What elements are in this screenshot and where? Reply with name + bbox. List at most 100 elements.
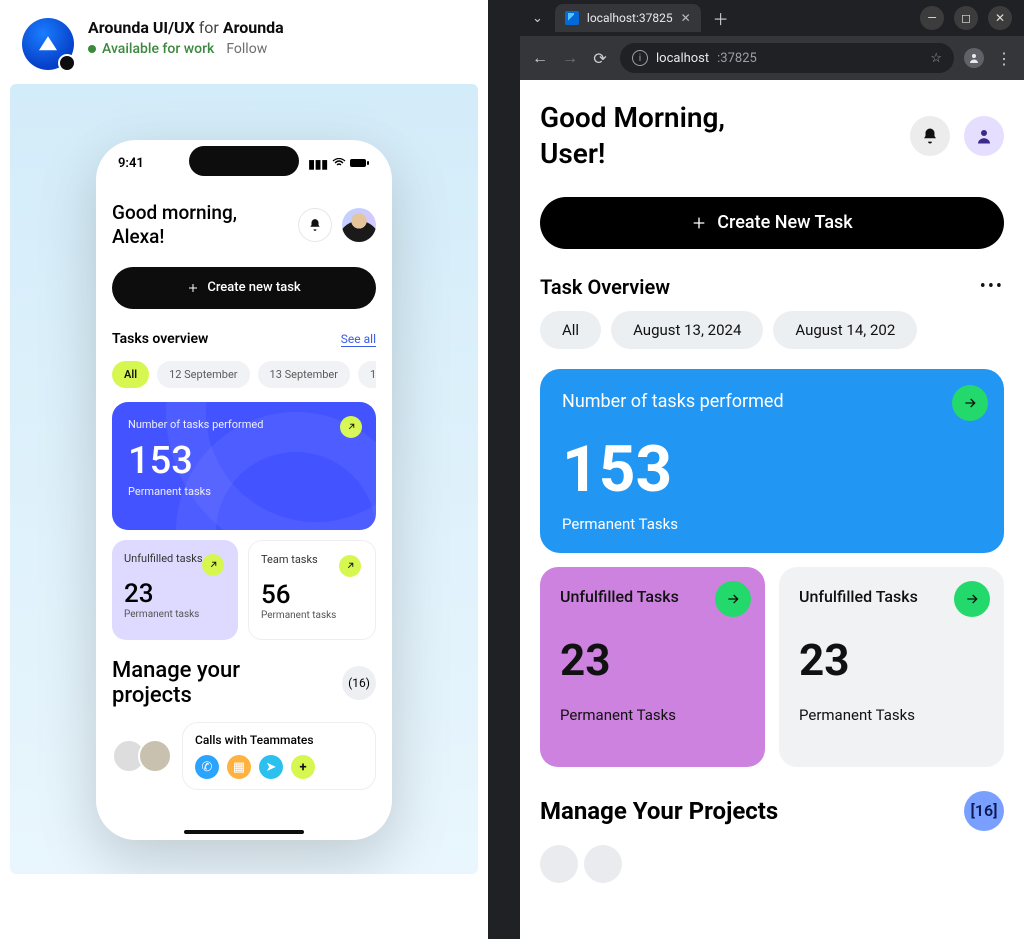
card-arrow-badge[interactable] — [202, 554, 224, 576]
card-sub: Permanent Tasks — [562, 515, 982, 533]
home-indicator-icon — [184, 830, 304, 834]
card-arrow-badge[interactable] — [952, 385, 988, 421]
calls-card[interactable]: Calls with Teammates ✆ ▦ ➤ + — [182, 722, 376, 790]
chip-date-3[interactable]: 14 Sep — [358, 361, 376, 388]
phone-big-card-label: Number of tasks performed — [128, 418, 360, 431]
phone-performed-card[interactable]: Number of tasks performed 153 Permanent … — [112, 402, 376, 530]
card-arrow-badge[interactable] — [339, 555, 361, 577]
tab-close-icon[interactable]: ✕ — [681, 11, 691, 25]
chip-date-2[interactable]: August 14, 202 — [773, 311, 917, 349]
chip-all[interactable]: All — [112, 361, 149, 388]
app-user-button[interactable] — [964, 116, 1004, 156]
card-arrow-badge[interactable] — [954, 581, 990, 617]
phone-overview-title: Tasks overview — [112, 331, 208, 347]
card-arrow-badge[interactable] — [715, 581, 751, 617]
follow-link[interactable]: Follow — [226, 41, 267, 57]
for-word: for — [199, 18, 219, 37]
chip-date-2[interactable]: 13 September — [258, 361, 350, 388]
forward-button[interactable]: → — [560, 48, 580, 68]
browser-window: ⌄ localhost:37825 ✕ ＋ — ◻ ✕ ← → ⟳ i loca… — [520, 0, 1024, 939]
site-info-icon[interactable]: i — [632, 50, 648, 66]
tab-search-chevron-icon[interactable]: ⌄ — [526, 7, 549, 30]
phone-unfulfilled-card[interactable]: Unfulfilled tasks 23 Permanent tasks — [112, 540, 238, 640]
project-avatar-row[interactable] — [540, 845, 1004, 883]
teammate-avatars[interactable] — [112, 739, 172, 773]
project-count-badge[interactable]: [16] — [964, 791, 1004, 831]
address-bar[interactable]: i localhost:37825 ☆ — [620, 43, 954, 73]
battery-icon — [350, 157, 370, 171]
notch-icon — [189, 146, 299, 176]
see-all-link[interactable]: See all — [341, 332, 376, 347]
overview-menu-button[interactable]: ••• — [980, 276, 1004, 297]
arrow-up-right-icon — [345, 560, 356, 571]
arrow-up-right-icon — [208, 559, 219, 570]
tab-title: localhost:37825 — [587, 11, 673, 25]
chip-date-1[interactable]: August 13, 2024 — [611, 311, 763, 349]
designer-title[interactable]: Arounda UI/UX for Arounda — [88, 18, 284, 37]
call-app-icon-3[interactable]: ➤ — [259, 755, 283, 779]
kebab-menu-button[interactable]: ⋮ — [994, 49, 1014, 68]
phone-team-card[interactable]: Team tasks 56 Permanent tasks — [248, 540, 376, 640]
performed-card[interactable]: Number of tasks performed 153 Permanent … — [540, 369, 1004, 553]
phone-bell-button[interactable] — [298, 208, 332, 242]
card-value: 23 — [560, 634, 745, 686]
window-maximize-button[interactable]: ◻ — [954, 6, 978, 30]
phone-mock: 9:41 ▮▮▮ Good morning, Alexa! — [96, 140, 392, 840]
card-value: 23 — [799, 634, 984, 686]
bookmark-star-icon[interactable]: ☆ — [930, 51, 942, 66]
phone-date-chips[interactable]: All 12 September 13 September 14 Sep — [112, 361, 376, 388]
status-time: 9:41 — [118, 156, 144, 171]
card-value: 153 — [562, 432, 982, 507]
project-avatar-2[interactable] — [584, 845, 622, 883]
add-call-app-button[interactable]: + — [291, 755, 315, 779]
date-chip-scroller[interactable]: All August 13, 2024 August 14, 202 — [540, 311, 1004, 349]
card-sub: Permanent Tasks — [560, 706, 745, 724]
shot-canvas: 9:41 ▮▮▮ Good morning, Alexa! — [10, 84, 478, 874]
bell-icon — [308, 218, 322, 232]
calls-title: Calls with Teammates — [195, 733, 363, 747]
browser-toolbar[interactable]: ← → ⟳ i localhost:37825 ☆ ⋮ — [520, 36, 1024, 80]
app-viewport[interactable]: Good Morning, User! Create New Task Ta — [520, 80, 1024, 939]
call-app-icon-1[interactable]: ✆ — [195, 755, 219, 779]
app-bell-button[interactable] — [910, 116, 950, 156]
plus-icon — [187, 282, 199, 294]
call-app-icon-2[interactable]: ▦ — [227, 755, 251, 779]
browser-tab[interactable]: localhost:37825 ✕ — [555, 4, 701, 32]
arrow-right-icon — [725, 591, 741, 607]
person-icon — [968, 52, 980, 64]
bell-icon — [921, 127, 939, 145]
designer-avatar[interactable] — [22, 18, 74, 70]
window-minimize-button[interactable]: — — [920, 6, 944, 30]
arrow-right-icon — [964, 591, 980, 607]
phone-create-task-button[interactable]: Create new task — [112, 267, 376, 309]
reload-button[interactable]: ⟳ — [590, 49, 610, 68]
manage-title-line1: Manage your — [112, 658, 240, 683]
avatar-2[interactable] — [138, 739, 172, 773]
url-host: localhost — [656, 51, 709, 66]
window-close-button[interactable]: ✕ — [988, 6, 1012, 30]
new-tab-button[interactable]: ＋ — [707, 6, 735, 30]
phone-project-count[interactable]: (16) — [342, 666, 376, 700]
phone-user-avatar[interactable] — [342, 208, 376, 242]
unfulfilled-card-1[interactable]: Unfulfilled Tasks 23 Permanent Tasks — [540, 567, 765, 767]
app-greeting-line2: User! — [540, 137, 605, 170]
profile-button[interactable] — [964, 48, 984, 68]
manage-projects-title: Manage Your Projects — [540, 797, 778, 825]
card-sub: Permanent Tasks — [799, 706, 984, 724]
team-name: Arounda — [223, 18, 284, 37]
wifi-icon — [332, 157, 346, 171]
browser-tabbar[interactable]: ⌄ localhost:37825 ✕ ＋ — ◻ ✕ — [520, 0, 1024, 36]
chip-all[interactable]: All — [540, 311, 601, 349]
dribbble-shot-panel: Arounda UI/UX for Arounda Available for … — [0, 0, 488, 939]
unfulfilled-card-2[interactable]: Unfulfilled Tasks 23 Permanent Tasks — [779, 567, 1004, 767]
availability-pill[interactable]: Available for work — [88, 41, 214, 57]
person-icon — [975, 127, 993, 145]
plus-icon — [691, 215, 707, 231]
chip-date-1[interactable]: 12 September — [157, 361, 249, 388]
create-task-button[interactable]: Create New Task — [540, 197, 1004, 249]
phone-cta-label: Create new task — [207, 280, 300, 295]
create-task-label: Create New Task — [717, 212, 852, 233]
project-avatar-1[interactable] — [540, 845, 578, 883]
card-sub: Permanent tasks — [261, 610, 363, 621]
back-button[interactable]: ← — [530, 48, 550, 68]
